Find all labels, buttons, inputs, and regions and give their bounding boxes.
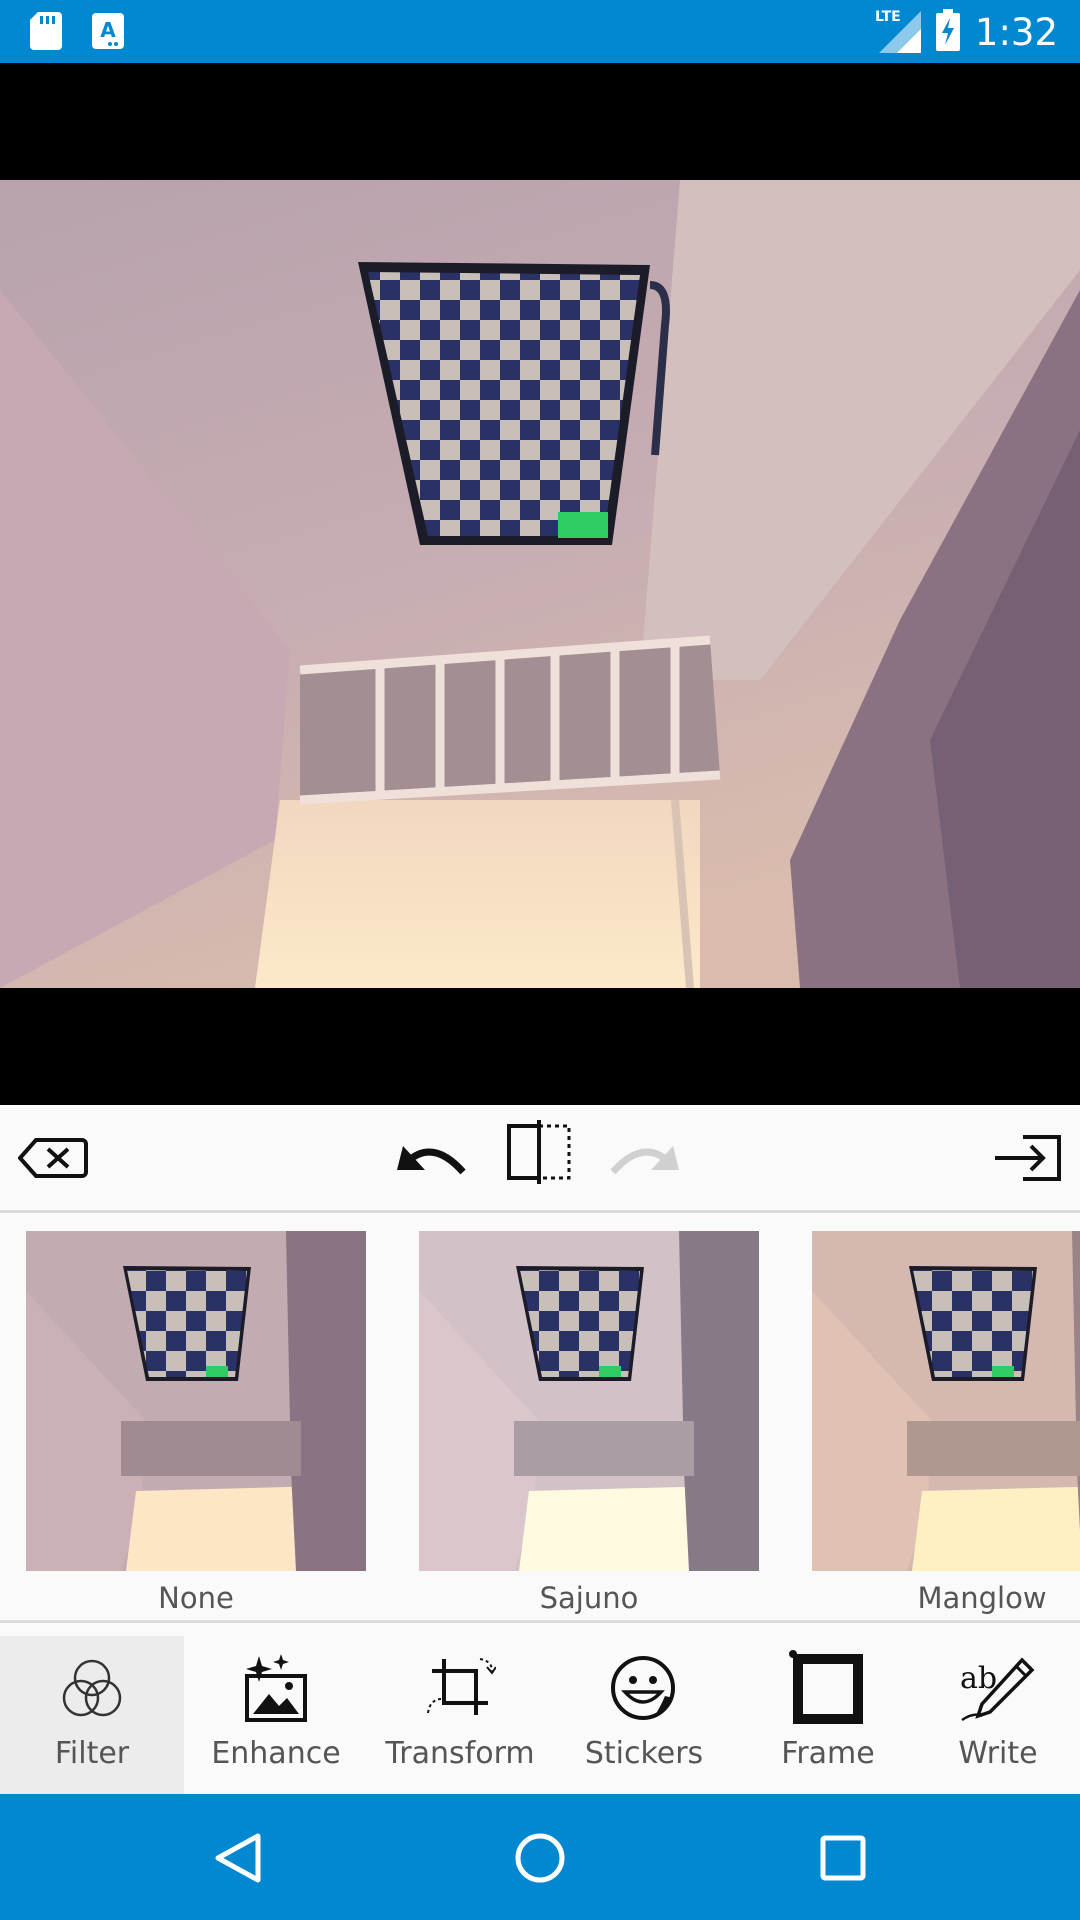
tool-label: Filter	[54, 1736, 130, 1771]
discard-icon[interactable]	[17, 1129, 89, 1187]
filter-thumbnail[interactable]	[26, 1231, 366, 1571]
filter-option-none[interactable]: None	[26, 1231, 366, 1615]
transform-icon	[420, 1650, 500, 1728]
battery-charging-icon	[935, 9, 961, 55]
tool-frame[interactable]: Frame	[736, 1636, 920, 1794]
tool-label: Enhance	[211, 1736, 341, 1771]
export-icon[interactable]	[992, 1129, 1064, 1187]
tool-label: Transform	[385, 1736, 535, 1771]
status-time: 1:32	[974, 10, 1058, 54]
svg-text:LTE: LTE	[875, 9, 901, 25]
tool-transform[interactable]: Transform	[368, 1636, 552, 1794]
tool-enhance[interactable]: Enhance	[184, 1636, 368, 1794]
photo-viewport[interactable]	[0, 63, 1080, 1105]
filter-icon	[52, 1650, 132, 1728]
filter-label: None	[158, 1581, 234, 1615]
redo-icon[interactable]	[607, 1129, 679, 1187]
filter-label: Sajuno	[539, 1581, 639, 1615]
edit-toolbar	[0, 1105, 1080, 1213]
filter-strip[interactable]: None Sajuno Manglow	[0, 1213, 1080, 1623]
sd-card-icon	[30, 12, 62, 54]
lte-signal-icon: LTE	[875, 7, 921, 57]
enhance-icon	[236, 1650, 316, 1728]
svg-text:A: A	[100, 18, 116, 42]
write-icon: ab	[958, 1650, 1038, 1728]
filter-thumbnail[interactable]	[812, 1231, 1080, 1571]
svg-text:ab: ab	[960, 1661, 997, 1696]
status-bar: A LTE 1:32	[0, 0, 1080, 63]
stickers-icon	[604, 1650, 684, 1728]
tool-filter[interactable]: Filter	[0, 1636, 184, 1794]
filter-label: Manglow	[917, 1581, 1047, 1615]
compare-icon[interactable]	[503, 1119, 575, 1185]
app-a-icon: A	[92, 13, 124, 53]
back-icon[interactable]	[203, 1827, 273, 1889]
filter-option-manglow[interactable]: Manglow	[812, 1231, 1080, 1615]
home-icon[interactable]	[505, 1827, 575, 1889]
tool-write[interactable]: ab Write	[906, 1636, 1080, 1794]
tool-label: Stickers	[584, 1736, 704, 1771]
tool-bar: Filter Enhance Transform Stickers Frame …	[0, 1623, 1080, 1794]
undo-icon[interactable]	[397, 1129, 469, 1187]
system-nav-bar	[0, 1794, 1080, 1920]
recents-icon[interactable]	[808, 1827, 878, 1889]
tool-stickers[interactable]: Stickers	[552, 1636, 736, 1794]
edited-photo[interactable]	[0, 180, 1080, 988]
frame-icon	[788, 1650, 868, 1728]
filter-thumbnail[interactable]	[419, 1231, 759, 1571]
tool-label: Write	[958, 1736, 1038, 1771]
tool-label: Frame	[781, 1736, 875, 1771]
filter-option-sajuno[interactable]: Sajuno	[419, 1231, 759, 1615]
